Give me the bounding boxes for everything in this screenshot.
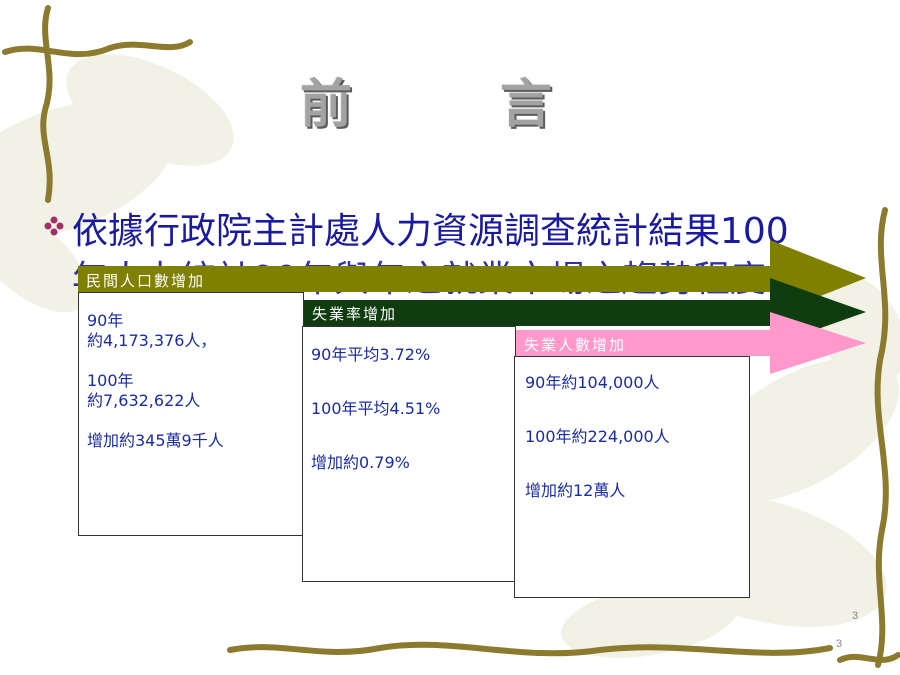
arrow-label-unemployed-count: 失業人數增加 [524, 336, 627, 354]
box-line: 100年 [87, 371, 134, 390]
unemployed-count-box: 90年約104,000人 100年約224,000人 增加約12萬人 [514, 356, 750, 598]
population-box-text: 90年 約4,173,376人， 100年 約7,632,622人 增加約345… [87, 311, 224, 451]
box-line: 約7,632,622人 [87, 391, 201, 410]
box-line: 100年約224,000人 [525, 427, 670, 446]
population-box: 90年 約4,173,376人， 100年 約7,632,622人 增加約345… [78, 292, 304, 536]
box-line: 90年約104,000人 [525, 373, 660, 392]
unemployment-rate-box-text: 90年平均3.72% 100年平均4.51% 增加約0.79% [311, 345, 440, 473]
unemployed-count-box-text: 90年約104,000人 100年約224,000人 增加約12萬人 [525, 373, 670, 501]
box-line: 增加約345萬9千人 [87, 431, 224, 450]
arrow-label-population: 民間人口數增加 [86, 272, 206, 290]
box-line: 90年平均3.72% [311, 345, 431, 364]
box-line: 增加約0.79% [311, 453, 410, 472]
box-line: 增加約12萬人 [525, 481, 626, 500]
box-line: 90年 [87, 311, 124, 330]
page-number: 3 [852, 610, 859, 622]
box-line: 約4,173,376人， [87, 331, 217, 350]
page-number-footer: 3 [836, 638, 843, 650]
unemployment-rate-box: 90年平均3.72% 100年平均4.51% 增加約0.79% [302, 326, 516, 582]
box-line: 100年平均4.51% [311, 399, 441, 418]
arrow-label-unemployment-rate: 失業率增加 [312, 305, 398, 323]
